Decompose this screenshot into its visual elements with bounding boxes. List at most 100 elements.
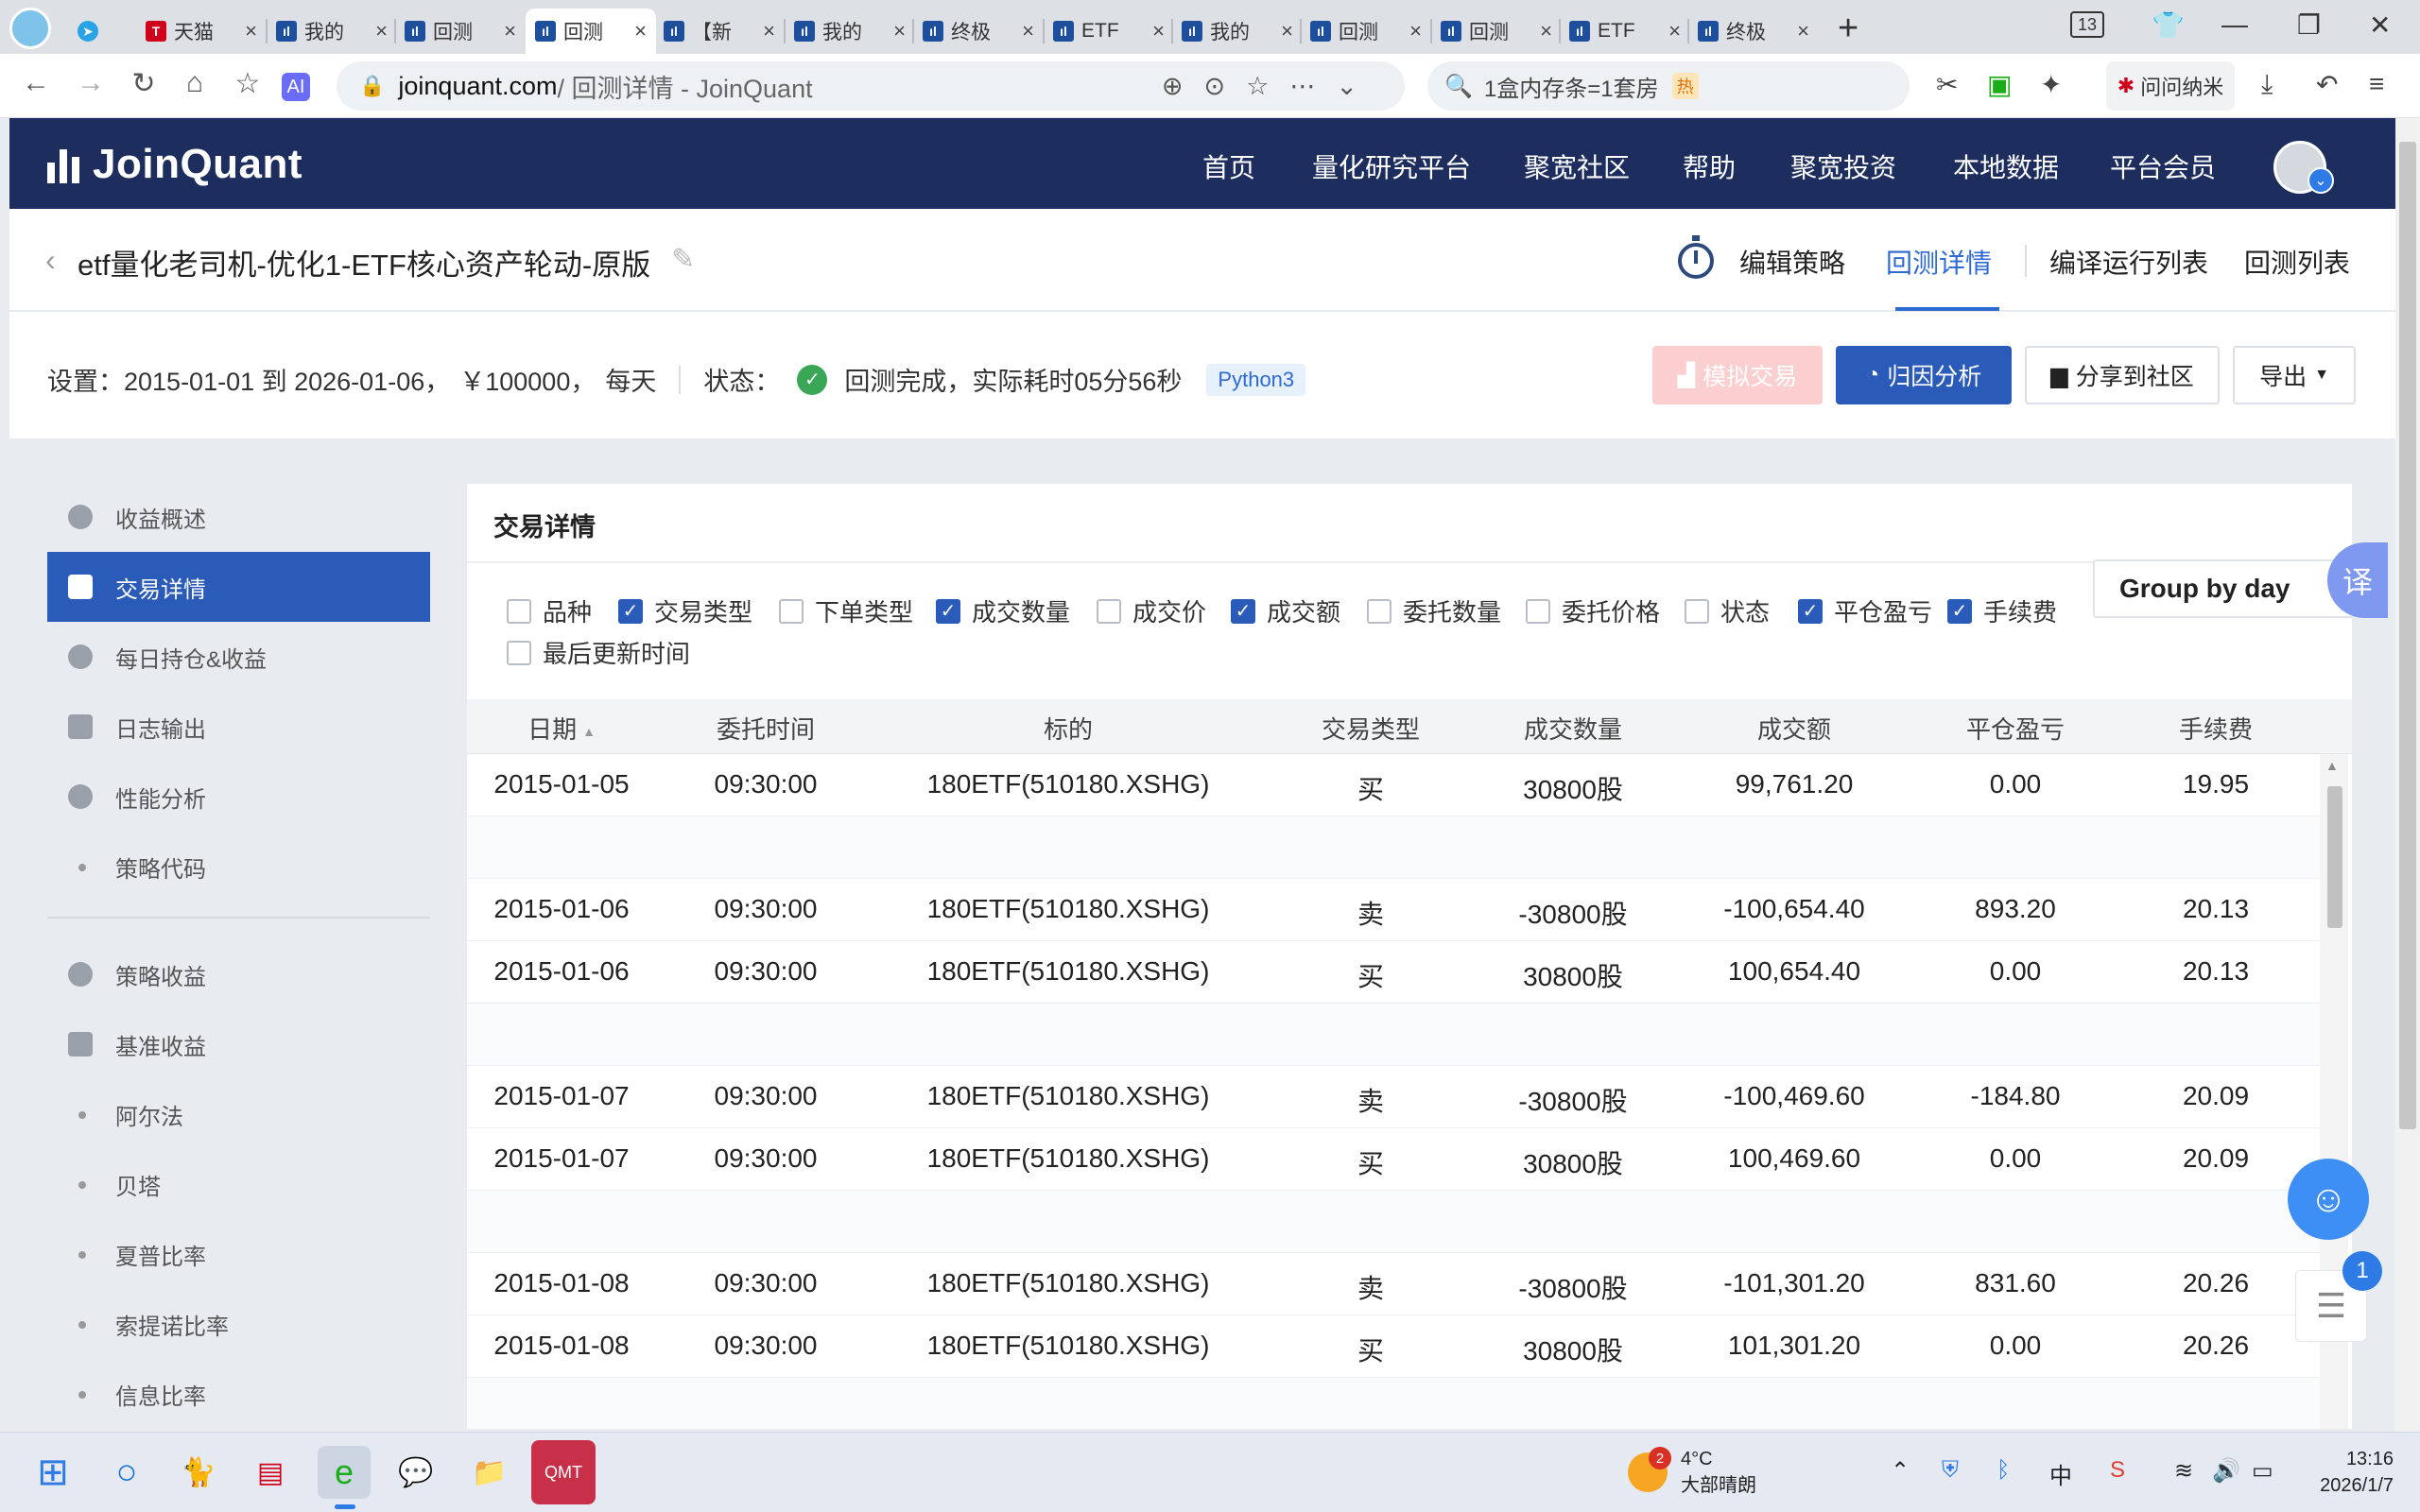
browser-tab[interactable]: ıl 回测 × <box>395 9 526 54</box>
wechat-ext-icon[interactable]: ▣ <box>1987 69 2012 100</box>
battery-icon[interactable]: ▭ <box>2252 1457 2273 1485</box>
table-row[interactable]: 2015-01-08 09:30:00 180ETF(510180.XSHG) 卖 -3… <box>467 1253 2320 1315</box>
url-field[interactable]: 🔒 joinquant.com / 回测详情 - JoinQuant ⊕⊙☆⋯⌄ <box>337 61 1405 111</box>
column-header[interactable]: 标的 <box>1044 711 1093 746</box>
close-tab-icon[interactable]: × <box>1281 19 1293 43</box>
sidebar-item[interactable]: 贝塔 <box>47 1149 430 1219</box>
tab-compile-run-list[interactable]: 编译运行列表 <box>2049 243 2208 281</box>
table-row[interactable]: 2015-01-07 09:30:00 180ETF(510180.XSHG) 买 30… <box>467 1128 2320 1191</box>
column-checkbox[interactable]: 委托价格 <box>1526 593 1660 628</box>
close-tab-icon[interactable]: × <box>763 19 775 43</box>
wifi-icon[interactable]: ≋ <box>2174 1457 2193 1485</box>
pinned-tab[interactable]: ➤ <box>68 9 125 54</box>
column-checkbox[interactable]: 下单类型 <box>779 593 913 628</box>
undo-icon[interactable]: ↶ <box>2316 69 2338 100</box>
column-checkbox[interactable]: 委托数量 <box>1367 593 1501 628</box>
table-scroll-thumb[interactable] <box>2327 786 2342 928</box>
sidebar-item[interactable]: 每日持仓&收益 <box>47 622 430 692</box>
nav-item[interactable]: 聚宽社区 <box>1524 147 1630 185</box>
simulate-trade-button[interactable]: ▟ 模拟交易 <box>1652 346 1823 404</box>
cat-app-icon[interactable]: 🐈 <box>172 1446 225 1499</box>
close-tab-icon[interactable]: × <box>504 19 516 43</box>
page-scroll-thumb[interactable] <box>2399 142 2416 1129</box>
windows-start-icon[interactable]: ⊞ <box>26 1446 79 1499</box>
home-button[interactable]: ⌂ <box>176 67 214 99</box>
folder-icon[interactable]: 📁 <box>463 1446 516 1499</box>
export-dropdown[interactable]: 导出 ▼ <box>2233 346 2356 404</box>
close-tab-icon[interactable]: × <box>245 19 257 43</box>
column-checkbox[interactable]: 最后更新时间 <box>507 635 690 670</box>
browser-tab[interactable]: ıl 我的 × <box>1172 9 1303 54</box>
column-header[interactable]: 交易类型 <box>1322 711 1420 746</box>
browser-tab[interactable]: ıl 回测 × <box>1431 9 1562 54</box>
nav-item[interactable]: 平台会员 <box>2110 147 2216 185</box>
restore-button[interactable]: ❐ <box>2297 9 2321 41</box>
browser-logo-icon[interactable] <box>9 8 51 49</box>
column-header[interactable]: 日期 ▲ <box>527 711 596 746</box>
browser-tab[interactable]: ıl 我的 × <box>267 9 397 54</box>
ask-nano-button[interactable]: ✱ 问问纳米 <box>2106 61 2235 111</box>
favorites-icon[interactable]: ☆ <box>229 67 267 100</box>
close-tab-icon[interactable]: × <box>375 19 388 43</box>
close-tab-icon[interactable]: × <box>1409 19 1422 43</box>
column-checkbox[interactable]: ✓ 交易类型 <box>618 593 752 628</box>
browser-tab[interactable]: T 天猫 × <box>136 9 267 54</box>
close-tab-icon[interactable]: × <box>1668 19 1681 43</box>
column-checkbox[interactable]: ✓ 成交数量 <box>936 593 1070 628</box>
table-row[interactable]: 2015-01-06 09:30:00 180ETF(510180.XSHG) 买 30… <box>467 941 2320 1004</box>
browser-tab[interactable]: ıl 终极 × <box>1688 9 1819 54</box>
browser-search-field[interactable]: 🔍 1盒内存条=1套房 热 <box>1427 61 1910 111</box>
scissors-icon[interactable]: ✂ <box>1936 69 1958 100</box>
table-row[interactable]: 2015-01-08 09:30:00 180ETF(510180.XSHG) 买 30… <box>467 1315 2320 1378</box>
column-checkbox[interactable]: 状态 <box>1685 593 1770 628</box>
column-checkbox[interactable]: ✓ 手续费 <box>1947 593 2057 628</box>
system-clock[interactable]: 13:16 2026/1/7 <box>2307 1446 2394 1499</box>
sidebar-item[interactable]: 基准收益 <box>47 1009 430 1079</box>
edit-title-icon[interactable]: ✎ <box>671 243 695 276</box>
tab-count[interactable]: 13 <box>2070 11 2104 38</box>
ime-indicator[interactable]: 中 <box>2049 1457 2072 1490</box>
tab-backtest-list[interactable]: 回测列表 <box>2244 243 2350 281</box>
column-checkbox[interactable]: ✓ 成交额 <box>1231 593 1340 628</box>
column-header[interactable]: 手续费 <box>2179 711 2253 746</box>
table-row[interactable]: 2015-01-07 09:30:00 180ETF(510180.XSHG) 卖 -3… <box>467 1066 2320 1128</box>
browser-taskbar-icon[interactable]: e <box>318 1446 371 1499</box>
minimize-button[interactable]: — <box>2221 9 2248 40</box>
sidebar-item[interactable]: 阿尔法 <box>47 1079 430 1149</box>
weather-widget[interactable]: 2 4°C 大部晴朗 <box>1628 1446 1756 1499</box>
scroll-up-arrow-icon[interactable]: ▲ <box>2325 758 2339 773</box>
close-tab-icon[interactable]: × <box>1797 19 1809 43</box>
close-tab-icon[interactable]: × <box>1022 19 1034 43</box>
forward-button[interactable]: → <box>72 67 110 99</box>
nav-item[interactable]: 本地数据 <box>1953 147 2059 185</box>
table-row[interactable]: 2015-01-05 09:30:00 180ETF(510180.XSHG) 买 30… <box>467 754 2320 816</box>
bluetooth-icon[interactable]: ᛒ <box>1996 1457 2010 1484</box>
url-actions[interactable]: ⊕⊙☆⋯⌄ <box>1162 72 1378 101</box>
sort-icon[interactable]: ▲ <box>582 724 596 739</box>
browser-tab[interactable]: ıl 终极 × <box>913 9 1044 54</box>
trading-app-icon[interactable]: QMT <box>531 1440 596 1504</box>
column-header[interactable]: 成交数量 <box>1524 711 1622 746</box>
app-icon[interactable]: ▤ <box>244 1446 297 1499</box>
column-header[interactable]: 成交额 <box>1757 711 1831 746</box>
sidebar-item[interactable]: 索提诺比率 <box>47 1289 430 1359</box>
browser-tab[interactable]: ıl ETF × <box>1560 9 1690 54</box>
attribution-button[interactable]: ◔ 归因分析 <box>1836 346 2012 404</box>
share-community-button[interactable]: ▆ 分享到社区 <box>2025 346 2220 404</box>
browser-tab[interactable]: ıl 回测 × <box>1301 9 1431 54</box>
tab-edit-strategy[interactable]: 编辑策略 <box>1739 243 1845 281</box>
sidebar-item[interactable]: 交易详情 <box>47 552 430 622</box>
back-chevron-icon[interactable]: ‹ <box>45 243 56 278</box>
group-by-day-button[interactable]: Group by day <box>2093 559 2352 618</box>
volume-icon[interactable]: 🔊 <box>2212 1457 2240 1485</box>
column-header[interactable]: 委托时间 <box>717 711 815 746</box>
sidebar-item[interactable]: 夏普比率 <box>47 1219 430 1289</box>
column-checkbox[interactable]: 品种 <box>507 593 592 628</box>
shield-icon[interactable]: ⛨ <box>1942 1457 1959 1484</box>
nav-item[interactable]: 首页 <box>1202 147 1255 185</box>
close-tab-icon[interactable]: × <box>1152 19 1165 43</box>
column-checkbox[interactable]: 成交价 <box>1097 593 1206 628</box>
tab-backtest-detail[interactable]: 回测详情 <box>1886 243 1992 281</box>
browser-tab[interactable]: ıl ETF × <box>1044 9 1174 54</box>
column-header[interactable]: 平仓盈亏 <box>1966 711 2065 746</box>
